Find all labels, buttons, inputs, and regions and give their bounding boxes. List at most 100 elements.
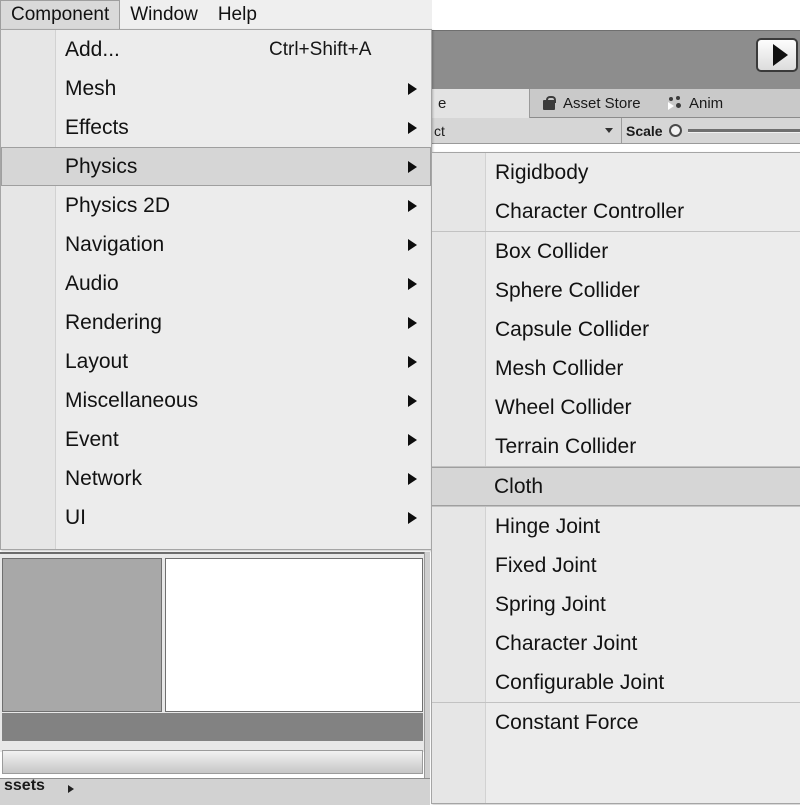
submenu-arrow-icon — [408, 238, 417, 251]
submenu-item-configurable-joint[interactable]: Configurable Joint — [432, 663, 800, 702]
menu-item-label: Physics — [65, 154, 138, 178]
scale-slider-handle[interactable] — [668, 124, 682, 137]
submenu-item-mesh-collider[interactable]: Mesh Collider — [432, 349, 800, 388]
submenu-item-box-collider[interactable]: Box Collider — [432, 232, 800, 271]
submenu-item-label: Fixed Joint — [495, 553, 597, 577]
tab-active-label: e — [438, 95, 447, 112]
menu-item-label: Event — [65, 427, 119, 451]
scale-slider-group[interactable]: Scale — [626, 118, 800, 143]
menu-item-physics-2d[interactable]: Physics 2D — [1, 186, 431, 225]
panel-scrollbar[interactable] — [424, 552, 430, 778]
submenu-item-rigidbody[interactable]: Rigidbody — [432, 153, 800, 192]
submenu-item-wheel-collider[interactable]: Wheel Collider — [432, 388, 800, 427]
physics-submenu-list: Rigidbody Character Controller Box Collide… — [432, 153, 800, 742]
shopping-bag-icon — [542, 95, 557, 111]
tab-active[interactable]: e — [430, 89, 530, 118]
scale-label: Scale — [626, 122, 663, 139]
play-button[interactable] — [756, 38, 798, 72]
submenu-item-fixed-joint[interactable]: Fixed Joint — [432, 546, 800, 585]
submenu-arrow-icon — [408, 160, 417, 173]
menu-item-label: UI — [65, 505, 86, 529]
tab-animation[interactable]: Anim — [668, 89, 723, 118]
menu-item-label: Add... — [65, 37, 120, 61]
submenu-item-label: Constant Force — [495, 710, 639, 734]
submenu-arrow-icon — [408, 277, 417, 290]
submenu-item-label: Cloth — [494, 474, 544, 498]
menu-item-label: Effects — [65, 115, 129, 139]
submenu-item-label: Sphere Collider — [495, 278, 640, 302]
menu-item-label: Audio — [65, 271, 119, 295]
menu-item-layout[interactable]: Layout — [1, 342, 431, 381]
submenu-item-character-joint[interactable]: Character Joint — [432, 624, 800, 663]
menu-item-mesh[interactable]: Mesh — [1, 69, 431, 108]
submenu-item-sphere-collider[interactable]: Sphere Collider — [432, 271, 800, 310]
menu-item-network[interactable]: Network — [1, 459, 431, 498]
submenu-item-terrain-collider[interactable]: Terrain Collider — [432, 427, 800, 466]
submenu-item-label: Wheel Collider — [495, 395, 632, 419]
menu-item-shortcut: Ctrl+Shift+A — [269, 38, 372, 60]
menu-item-label: Rendering — [65, 310, 162, 334]
submenu-arrow-icon — [408, 433, 417, 446]
menu-item-add[interactable]: Add... Ctrl+Shift+A — [1, 30, 431, 69]
panel-header-strip — [2, 750, 423, 774]
properties-bar: ct Scale — [430, 118, 800, 144]
submenu-item-label: Mesh Collider — [495, 356, 624, 380]
play-icon — [772, 44, 788, 66]
submenu-arrow-icon — [408, 316, 417, 329]
menubar-item-help-label: Help — [217, 3, 257, 25]
submenu-item-label: Box Collider — [495, 239, 609, 263]
menu-item-label: Mesh — [65, 76, 117, 100]
submenu-item-label: Terrain Collider — [495, 434, 637, 458]
submenu-item-label: Capsule Collider — [495, 317, 650, 341]
tab-asset-store[interactable]: Asset Store — [542, 89, 641, 118]
submenu-item-character-controller[interactable]: Character Controller — [432, 192, 800, 231]
menu-item-label: Network — [65, 466, 143, 490]
menu-item-rendering[interactable]: Rendering — [1, 303, 431, 342]
project-assets-breadcrumb[interactable]: ssets — [0, 778, 430, 805]
tab-animation-label: Anim — [689, 94, 724, 112]
submenu-item-label: Character Controller — [495, 199, 685, 223]
chevron-down-icon — [605, 128, 613, 133]
menu-item-ui[interactable]: UI — [1, 498, 431, 537]
submenu-arrow-icon — [408, 121, 417, 134]
submenu-arrow-icon — [408, 394, 417, 407]
menubar-item-component[interactable]: Component — [0, 0, 121, 29]
tab-asset-store-label: Asset Store — [563, 94, 641, 112]
object-select-dropdown[interactable]: ct — [430, 118, 622, 143]
submenu-arrow-icon — [408, 472, 417, 485]
preview-canvas — [165, 558, 423, 712]
submenu-item-cloth[interactable]: Cloth — [432, 467, 800, 506]
physics-submenu: Rigidbody Character Controller Box Collide… — [431, 152, 800, 804]
assets-breadcrumb-label: ssets — [4, 778, 45, 794]
menu-item-effects[interactable]: Effects — [1, 108, 431, 147]
menu-item-audio[interactable]: Audio — [1, 264, 431, 303]
chevron-right-icon — [68, 785, 74, 793]
menu-item-miscellaneous[interactable]: Miscellaneous — [1, 381, 431, 420]
menubar-item-component-label: Component — [11, 4, 110, 25]
submenu-item-label: Character Joint — [495, 631, 638, 655]
submenu-item-label: Configurable Joint — [495, 670, 665, 694]
menu-item-label: Miscellaneous — [65, 388, 199, 412]
component-menu-list: Add... Ctrl+Shift+A Mesh Effects Physics Phys… — [1, 30, 431, 537]
menu-item-label: Physics 2D — [65, 193, 171, 217]
panel-tab-bar: e Asset Store Anim — [430, 88, 800, 118]
menu-item-label: Layout — [65, 349, 129, 373]
submenu-item-spring-joint[interactable]: Spring Joint — [432, 585, 800, 624]
menu-item-label: Navigation — [65, 232, 165, 256]
submenu-item-label: Rigidbody — [495, 160, 589, 184]
menubar-item-window[interactable]: Window — [120, 0, 208, 29]
menu-bar: Component Window Help — [0, 0, 432, 30]
submenu-item-constant-force[interactable]: Constant Force — [432, 703, 800, 742]
submenu-item-hinge-joint[interactable]: Hinge Joint — [432, 507, 800, 546]
component-dropdown-menu: Add... Ctrl+Shift+A Mesh Effects Physics Phys… — [0, 29, 432, 550]
menu-item-physics[interactable]: Physics — [1, 147, 431, 186]
submenu-arrow-icon — [408, 199, 417, 212]
submenu-item-capsule-collider[interactable]: Capsule Collider — [432, 310, 800, 349]
scale-slider-track[interactable] — [687, 128, 800, 133]
submenu-arrow-icon — [408, 82, 417, 95]
panel-dark-strip — [2, 713, 423, 741]
menu-item-navigation[interactable]: Navigation — [1, 225, 431, 264]
animation-icon — [668, 95, 683, 111]
menubar-item-help[interactable]: Help — [208, 0, 267, 29]
menu-item-event[interactable]: Event — [1, 420, 431, 459]
